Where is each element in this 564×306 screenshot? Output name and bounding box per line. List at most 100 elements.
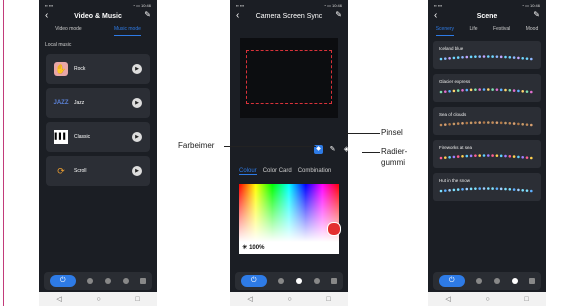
sync-frame[interactable]	[246, 50, 332, 104]
light-strip-preview	[439, 154, 533, 160]
strip-dot	[521, 188, 524, 192]
song-label: Rock	[74, 66, 86, 72]
strip-dot	[456, 188, 460, 191]
play-icon[interactable]: ▶	[132, 98, 142, 108]
tab-combination[interactable]: Combination	[298, 168, 332, 175]
strip-dot	[444, 189, 447, 192]
callout-line-pinsel	[346, 133, 380, 134]
strip-dot	[487, 187, 490, 190]
palette-icon[interactable]	[476, 278, 483, 284]
brush-icon[interactable]: ✎	[328, 145, 337, 154]
light-strip-preview	[439, 121, 533, 127]
strip-dot	[465, 187, 469, 191]
strip-dot	[495, 88, 499, 91]
strip-dot	[487, 88, 490, 91]
strip-dot	[465, 121, 469, 125]
song-card-classic[interactable]: ▌▌▌ Classic ▶	[46, 122, 150, 152]
tab-colour[interactable]: Colour	[239, 168, 257, 175]
nav-recents-icon[interactable]: □	[524, 296, 528, 303]
play-icon[interactable]: ▶	[132, 64, 142, 74]
strip-dot	[525, 57, 529, 60]
tab-mood[interactable]: Mood	[526, 26, 539, 36]
strip-dot	[461, 88, 464, 92]
song-card-jazz[interactable]: JAZZ Jazz ▶	[46, 88, 150, 118]
scene-card[interactable]: Glacier express	[433, 74, 541, 102]
strip-dot	[465, 55, 469, 59]
strip-dot	[456, 122, 460, 125]
power-icon[interactable]: ⏻	[438, 275, 465, 287]
nav-back-icon[interactable]: ◁	[56, 295, 61, 303]
status-bar: ▪▪ ▪▪▪ ◔ ▭ 10:46	[434, 2, 540, 8]
strip-dot	[517, 122, 520, 126]
nav-home-icon[interactable]: ○	[485, 296, 489, 303]
power-icon[interactable]: ⏻	[49, 275, 76, 287]
nav-home-icon[interactable]: ○	[96, 296, 100, 303]
song-label: Scroll	[74, 168, 87, 174]
bulb-icon[interactable]	[104, 278, 111, 284]
picker-handle[interactable]	[327, 222, 341, 236]
strip-dot	[465, 154, 469, 158]
bulb-icon[interactable]	[493, 278, 500, 284]
color-picker[interactable]	[239, 184, 341, 242]
effects-icon[interactable]	[313, 278, 320, 284]
effects-icon[interactable]	[511, 278, 518, 284]
strip-dot	[499, 154, 503, 158]
eraser-icon[interactable]: ◈	[342, 145, 348, 154]
nav-back-icon[interactable]: ◁	[445, 295, 450, 303]
strip-dot	[508, 55, 512, 59]
play-icon[interactable]: ▶	[132, 132, 142, 142]
palette-icon[interactable]	[87, 278, 94, 284]
palette-icon[interactable]	[278, 278, 285, 284]
strip-dot	[482, 55, 486, 58]
edit-icon[interactable]: ✎	[533, 10, 540, 19]
bulb-icon[interactable]	[295, 278, 302, 284]
grid-icon[interactable]	[140, 278, 147, 284]
nav-recents-icon[interactable]: □	[135, 296, 139, 303]
tab-scenery[interactable]: Scenery	[435, 26, 455, 36]
strip-dot	[478, 121, 481, 124]
phone-scene: ▪▪ ▪▪▪ ◔ ▭ 10:46 ‹ Scene ✎ Scenery Life F…	[428, 0, 546, 306]
strip-dot	[448, 188, 451, 192]
nav-back-icon[interactable]: ◁	[247, 295, 252, 303]
nav-home-icon[interactable]: ○	[287, 296, 291, 303]
back-icon[interactable]: ‹	[45, 10, 48, 21]
tab-video-mode[interactable]: Video mode	[55, 26, 82, 36]
strip-dot	[504, 121, 507, 125]
strip-dot	[512, 188, 516, 191]
strip-dot	[517, 188, 520, 192]
strip-dot	[530, 123, 533, 127]
back-icon[interactable]: ‹	[236, 10, 239, 21]
scene-card[interactable]: Fireworks at sea	[433, 140, 541, 168]
strip-dot	[482, 187, 486, 190]
camera-preview	[240, 38, 338, 118]
edit-icon[interactable]: ✎	[144, 10, 151, 19]
nav-recents-icon[interactable]: □	[326, 296, 330, 303]
power-icon[interactable]: ⏻	[240, 275, 267, 287]
song-card-scroll[interactable]: ⟳ Scroll ▶	[46, 156, 150, 186]
strip-dot	[512, 89, 516, 92]
tab-music-mode[interactable]: Music mode	[113, 26, 141, 36]
strip-dot	[474, 55, 477, 58]
effects-icon[interactable]	[122, 278, 129, 284]
strip-dot	[452, 155, 456, 159]
callout-line-radiergummi	[362, 152, 380, 153]
tab-festival[interactable]: Festival	[493, 26, 510, 36]
song-label: Classic	[74, 134, 91, 140]
scene-card[interactable]: Sea of clouds	[433, 107, 541, 135]
back-icon[interactable]: ‹	[434, 10, 437, 21]
edit-icon[interactable]: ✎	[335, 10, 342, 19]
strip-dot	[444, 123, 447, 126]
strip-dot	[525, 189, 529, 192]
tab-color-card[interactable]: Color Card	[263, 168, 292, 175]
scene-card[interactable]: Iceland blue	[433, 41, 541, 69]
strip-dot	[530, 156, 533, 160]
strip-dot	[461, 55, 464, 59]
scene-card[interactable]: Hut in the snow	[433, 173, 541, 201]
grid-icon[interactable]	[529, 278, 536, 284]
strip-dot	[525, 90, 529, 93]
page-title: Video & Music	[74, 12, 122, 20]
song-card-rock[interactable]: ✋ Rock ▶	[46, 54, 150, 84]
tab-life[interactable]: Life	[470, 26, 478, 36]
play-icon[interactable]: ▶	[132, 166, 142, 176]
grid-icon[interactable]	[331, 278, 338, 284]
